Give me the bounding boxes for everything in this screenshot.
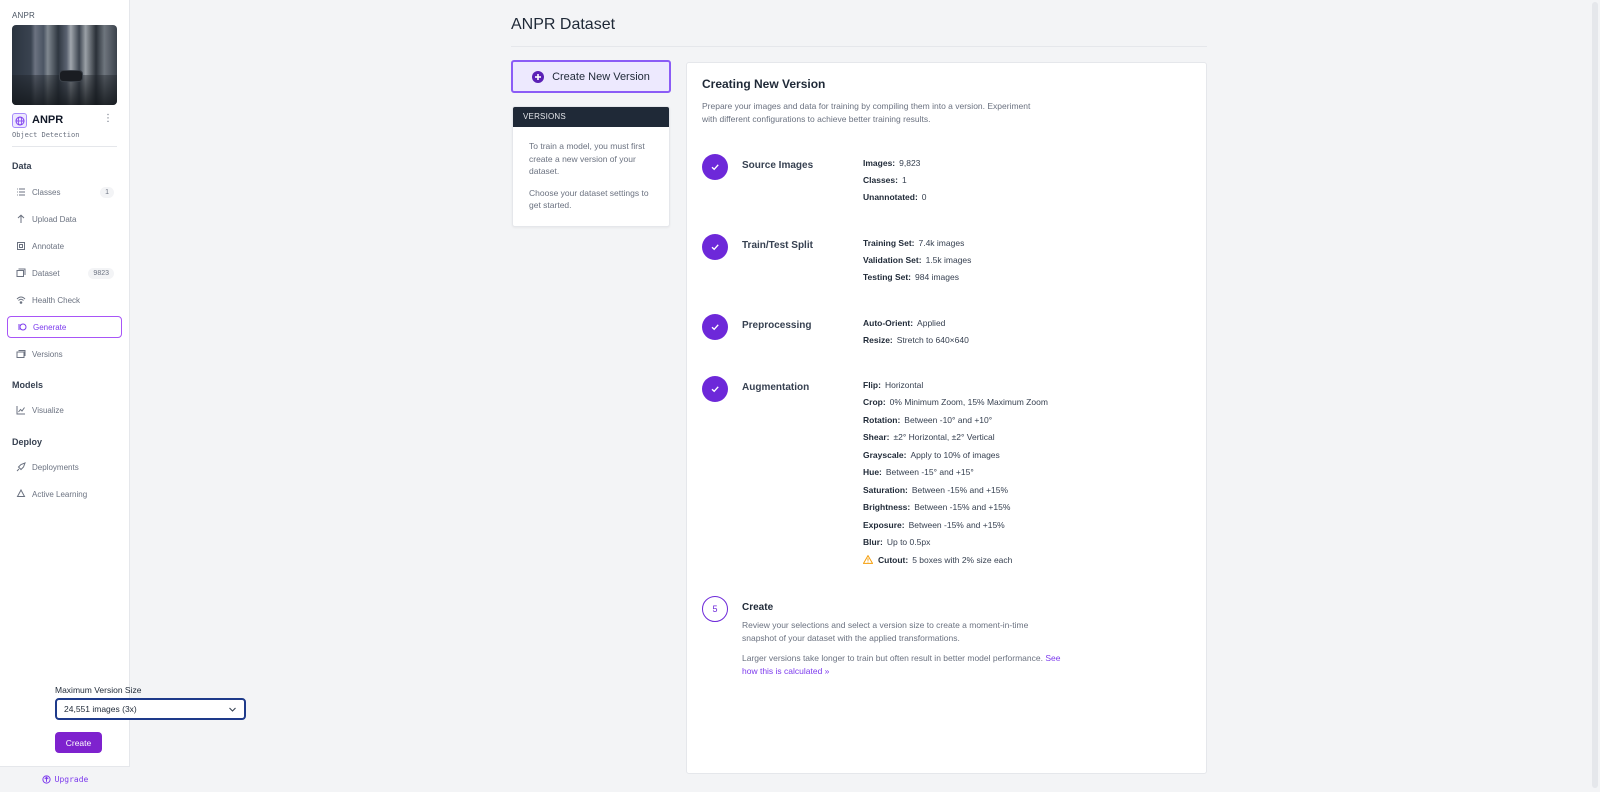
sidebar-item-upload-data[interactable]: Upload Data <box>7 208 122 230</box>
classes-count-badge: 1 <box>100 186 114 198</box>
project-name: ANPR <box>32 114 64 126</box>
create-new-version-label: Create New Version <box>552 70 650 83</box>
plus-circle-icon <box>532 70 545 83</box>
project-label: ANPR <box>12 11 36 20</box>
step-preprocessing[interactable]: Preprocessing <box>742 320 811 331</box>
sidebar-item-dataset[interactable]: Dataset 9823 <box>7 262 122 284</box>
section-models: Models <box>12 380 44 390</box>
check-icon[interactable] <box>702 314 728 340</box>
versions-panel: VERSIONS To train a model, you must firs… <box>512 106 670 227</box>
sidebar-item-visualize[interactable]: Visualize <box>7 399 122 421</box>
detail-crop: Crop: 0% Minimum Zoom, 15% Maximum Zoom <box>863 397 1048 407</box>
sidebar-item-annotate[interactable]: Annotate <box>7 235 122 257</box>
step-train-test-split[interactable]: Train/Test Split <box>742 240 813 251</box>
step-create: Create <box>742 602 774 613</box>
create-size-hint: Larger versions take longer to train but… <box>742 653 1061 676</box>
sidebar-item-label: Active Learning <box>32 489 88 499</box>
vertical-ellipsis-icon[interactable]: ⋮ <box>103 113 113 124</box>
detail-unannotated: Unannotated: 0 <box>863 192 927 202</box>
detail-cutout: Cutout: 5 boxes with 2% size each <box>862 554 1012 566</box>
scrollbar[interactable] <box>1590 0 1600 792</box>
scrollbar-thumb[interactable] <box>1592 2 1598 788</box>
check-icon[interactable] <box>702 154 728 180</box>
check-icon[interactable] <box>702 376 728 402</box>
annotate-icon <box>16 241 26 251</box>
sidebar-item-label: Classes <box>32 187 61 197</box>
upgrade-button[interactable]: Upgrade <box>0 766 130 792</box>
sidebar-item-versions[interactable]: Versions <box>7 343 122 365</box>
sidebar-item-label: Dataset <box>32 268 60 278</box>
card-description: Prepare your images and data for trainin… <box>702 101 1031 124</box>
step-number-5: 5 <box>702 596 728 622</box>
sidebar-item-label: Versions <box>32 349 63 359</box>
detail-brightness: Brightness: Between -15% and +15% <box>863 502 1011 512</box>
versions-header: VERSIONS <box>513 107 669 127</box>
sidebar-item-classes[interactable]: Classes 1 <box>7 181 122 203</box>
versions-help-text: To train a model, you must first create … <box>529 141 645 176</box>
arrow-up-icon <box>16 214 26 224</box>
detail-blur: Blur: Up to 0.5px <box>863 537 931 547</box>
detail-grayscale: Grayscale: Apply to 10% of images <box>863 450 1000 460</box>
card-title: Creating New Version <box>702 77 826 91</box>
section-data: Data <box>12 161 32 171</box>
detail-testing-set: Testing Set: 984 images <box>863 272 959 282</box>
create-new-version-button[interactable]: Create New Version <box>511 60 671 93</box>
versions-icon <box>16 349 26 359</box>
step-source-images[interactable]: Source Images <box>742 160 813 171</box>
list-icon <box>16 187 26 197</box>
detail-auto-orient: Auto-Orient: Applied <box>863 318 946 328</box>
sidebar-item-label: Visualize <box>32 405 64 415</box>
recycle-icon <box>16 489 26 499</box>
rocket-icon <box>16 462 26 472</box>
dataset-count-badge: 9823 <box>88 267 114 279</box>
select-value: 24,551 images (3x) <box>64 704 137 714</box>
create-description: Review your selections and select a vers… <box>742 620 1029 643</box>
warning-icon <box>862 554 874 566</box>
generate-icon <box>17 322 27 332</box>
title-divider <box>511 46 1207 47</box>
detail-flip: Flip: Horizontal <box>863 380 924 390</box>
sidebar-item-label: Annotate <box>32 241 65 251</box>
images-icon <box>16 268 26 278</box>
sidebar-item-label: Upload Data <box>32 214 77 224</box>
sidebar-item-active-learning[interactable]: Active Learning <box>7 483 122 505</box>
detail-saturation: Saturation: Between -15% and +15% <box>863 485 1009 495</box>
sidebar: ANPR ANPR ⋮ Object Detection Data Classe… <box>0 0 130 792</box>
sidebar-item-label: Generate <box>33 322 67 332</box>
detail-images: Images: 9,823 <box>863 158 921 168</box>
sidebar-divider <box>12 146 117 147</box>
globe-icon <box>12 113 27 128</box>
sidebar-item-generate[interactable]: Generate <box>7 316 122 338</box>
sidebar-item-health-check[interactable]: Health Check <box>7 289 122 311</box>
upgrade-label: Upgrade <box>54 775 89 784</box>
detail-classes: Classes: 1 <box>863 175 907 185</box>
detail-hue: Hue: Between -15° and +15° <box>863 467 974 477</box>
versions-help-text-2: Choose your dataset settings to get star… <box>529 187 649 211</box>
chart-icon <box>16 405 26 415</box>
sidebar-item-deployments[interactable]: Deployments <box>7 456 122 478</box>
upgrade-icon <box>42 775 51 784</box>
detail-exposure: Exposure: Between -15% and +15% <box>863 520 1005 530</box>
detail-training-set: Training Set: 7.4k images <box>863 238 965 248</box>
detail-shear: Shear: ±2° Horizontal, ±2° Vertical <box>863 432 995 442</box>
detail-resize: Resize: Stretch to 640×640 <box>863 335 969 345</box>
max-version-size-select[interactable]: 24,551 images (3x) <box>55 698 246 720</box>
step-augmentation[interactable]: Augmentation <box>742 382 809 393</box>
detail-validation-set: Validation Set: 1.5k images <box>863 255 972 265</box>
section-deploy: Deploy <box>12 437 43 447</box>
max-version-size-label: Maximum Version Size <box>55 685 142 695</box>
chevron-down-icon <box>228 705 237 716</box>
creating-version-card: Creating New Version Prepare your images… <box>686 62 1207 774</box>
detail-rotation: Rotation: Between -10° and +10° <box>863 415 993 425</box>
page-title: ANPR Dataset <box>511 16 616 33</box>
project-thumbnail[interactable] <box>12 25 117 105</box>
check-icon[interactable] <box>702 234 728 260</box>
sidebar-item-label: Health Check <box>32 295 81 305</box>
health-icon <box>16 295 26 305</box>
sidebar-item-label: Deployments <box>32 462 79 472</box>
create-button[interactable]: Create <box>55 732 102 753</box>
project-type: Object Detection <box>12 131 80 139</box>
